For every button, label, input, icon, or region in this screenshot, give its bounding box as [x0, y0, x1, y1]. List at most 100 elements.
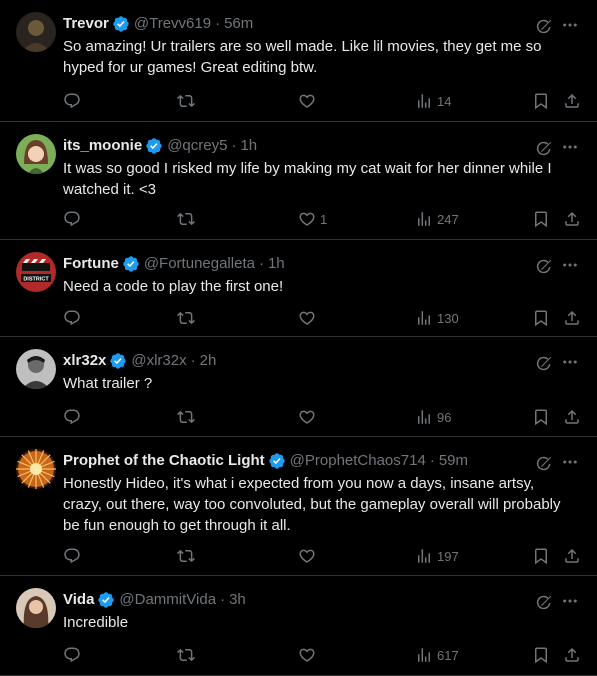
grok-icon[interactable] [535, 18, 553, 36]
bookmark-icon [532, 210, 550, 228]
username-handle[interactable]: @xlr32x [131, 351, 186, 371]
reply-tweet[interactable]: Prophet of the Chaotic Light @ProphetCha… [0, 437, 597, 576]
bookmark-button[interactable] [532, 645, 550, 665]
reply-tweet[interactable]: DISTRICT Fortune @Fortunegalleta · 1h Ne… [0, 240, 597, 337]
more-icon[interactable] [561, 256, 579, 274]
reply-button[interactable] [63, 91, 85, 111]
reply-button[interactable] [63, 645, 85, 665]
display-name[interactable]: Prophet of the Chaotic Light [63, 451, 265, 471]
tweet-actions: 130 [63, 308, 585, 328]
like-button[interactable] [298, 91, 320, 111]
timestamp[interactable]: 1h [268, 254, 285, 274]
more-icon[interactable] [561, 453, 579, 471]
retweet-button[interactable] [177, 407, 199, 427]
reply-button[interactable] [63, 209, 85, 229]
retweet-button[interactable] [177, 546, 199, 566]
tweet-text: Honestly Hideo, it's what i expected fro… [63, 475, 561, 534]
like-button[interactable] [298, 308, 320, 328]
grok-icon[interactable] [535, 355, 553, 373]
retweet-button[interactable] [177, 91, 199, 111]
tweet-text: Need a code to play the first one! [63, 278, 284, 295]
username-handle[interactable]: @Trevv619 [134, 14, 211, 34]
reply-button[interactable] [63, 308, 85, 328]
like-button[interactable] [298, 546, 320, 566]
views-button[interactable]: 617 [415, 645, 459, 665]
views-button[interactable]: 14 [415, 91, 451, 111]
avatar[interactable]: DISTRICT [16, 252, 56, 292]
username-handle[interactable]: @ProphetChaos714 [290, 451, 426, 471]
avatar[interactable] [16, 449, 56, 489]
username-handle[interactable]: @Fortunegalleta [144, 254, 255, 274]
grok-icon[interactable] [535, 140, 553, 158]
timestamp[interactable]: 2h [200, 351, 217, 371]
timestamp[interactable]: 59m [439, 451, 468, 471]
avatar[interactable] [16, 349, 56, 389]
avatar[interactable] [16, 134, 56, 174]
bookmark-button[interactable] [532, 546, 550, 566]
share-icon [563, 646, 581, 664]
views-count: 130 [437, 310, 459, 326]
username-handle[interactable]: @qcrey5 [167, 136, 227, 156]
timestamp[interactable]: 56m [224, 14, 253, 34]
share-button[interactable] [563, 645, 581, 665]
tweet-actions: 14 [63, 91, 585, 111]
username-handle[interactable]: @DammitVida [119, 590, 216, 610]
retweet-button[interactable] [177, 308, 199, 328]
like-button[interactable] [298, 407, 320, 427]
tweet-header: Fortune @Fortunegalleta · 1h [63, 254, 285, 274]
timestamp[interactable]: 1h [240, 136, 257, 156]
reply-tweet[interactable]: Vida @DammitVida · 3h Incredible 617 [0, 576, 597, 676]
bookmark-icon [532, 92, 550, 110]
avatar[interactable] [16, 588, 56, 628]
reply-button[interactable] [63, 546, 85, 566]
grok-icon[interactable] [535, 594, 553, 612]
more-icon[interactable] [561, 353, 579, 371]
heart-icon [298, 547, 316, 565]
bookmark-button[interactable] [532, 407, 550, 427]
share-button[interactable] [563, 407, 581, 427]
retweet-button[interactable] [177, 645, 199, 665]
views-button[interactable]: 96 [415, 407, 451, 427]
display-name[interactable]: Trevor [63, 14, 109, 34]
tweet-text: So amazing! Ur trailers are so well made… [63, 38, 542, 76]
grok-icon[interactable] [535, 455, 553, 473]
display-name[interactable]: Fortune [63, 254, 119, 274]
reply-tweet[interactable]: its_moonie @qcrey5 · 1h It was so good I… [0, 122, 597, 240]
share-button[interactable] [563, 308, 581, 328]
separator-dot: · [258, 255, 264, 272]
more-icon[interactable] [561, 138, 579, 156]
more-icon[interactable] [561, 16, 579, 34]
share-button[interactable] [563, 546, 581, 566]
tweet-text: Incredible [63, 614, 129, 631]
grok-icon[interactable] [535, 258, 553, 276]
display-name[interactable]: Vida [63, 590, 94, 610]
heart-icon [298, 646, 316, 664]
verified-badge-icon [268, 452, 286, 470]
views-button[interactable]: 197 [415, 546, 459, 566]
bookmark-button[interactable] [532, 209, 550, 229]
views-icon [415, 309, 433, 327]
tweet-actions: 1 247 [63, 209, 585, 229]
more-icon[interactable] [561, 592, 579, 610]
retweet-button[interactable] [177, 209, 199, 229]
bookmark-button[interactable] [532, 308, 550, 328]
bookmark-button[interactable] [532, 91, 550, 111]
reply-tweet[interactable]: Trevor @Trevv619 · 56m So amazing! Ur tr… [0, 0, 597, 122]
like-button[interactable] [298, 645, 320, 665]
reply-tweet[interactable]: xlr32x @xlr32x · 2h What trailer ? 96 [0, 337, 597, 437]
retweet-icon [177, 92, 195, 110]
views-button[interactable]: 130 [415, 308, 459, 328]
share-button[interactable] [563, 91, 581, 111]
views-icon [415, 547, 433, 565]
views-count: 96 [437, 409, 452, 425]
like-button[interactable]: 1 [298, 209, 327, 229]
views-button[interactable]: 247 [415, 209, 459, 229]
share-button[interactable] [563, 209, 581, 229]
display-name[interactable]: xlr32x [63, 351, 106, 371]
verified-badge-icon [122, 255, 140, 273]
display-name[interactable]: its_moonie [63, 136, 142, 156]
verified-badge-icon [145, 137, 163, 155]
avatar[interactable] [16, 12, 56, 52]
reply-button[interactable] [63, 407, 85, 427]
timestamp[interactable]: 3h [229, 590, 246, 610]
